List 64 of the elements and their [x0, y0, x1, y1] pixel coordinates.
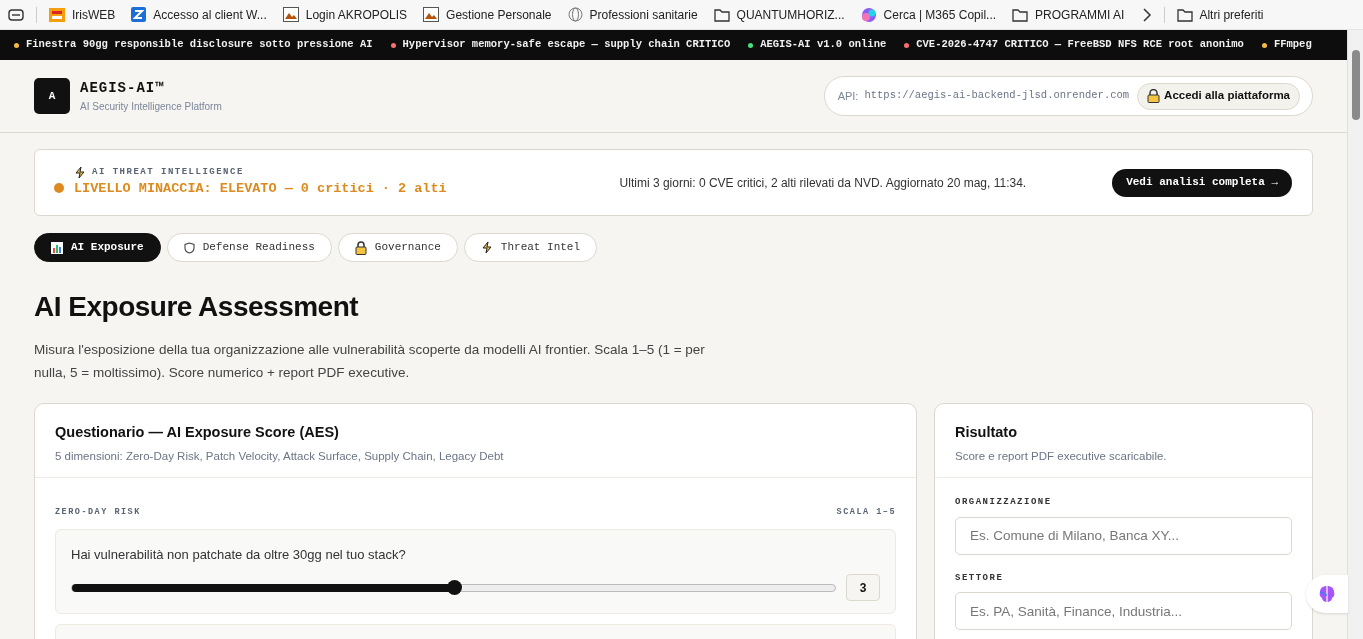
- bookmark[interactable]: IrisWEB: [49, 5, 116, 24]
- ticker-item[interactable]: FFmpeg: [1273, 37, 1312, 53]
- bar-chart-icon: [51, 241, 63, 254]
- page-title: AI Exposure Assessment: [34, 290, 360, 324]
- ticker-item[interactable]: Finestra 90gg responsible disclosure sotto pressione AI: [26, 37, 373, 53]
- folder-icon: [1177, 7, 1194, 22]
- full-analysis-button[interactable]: Vedi analisi completa →: [1112, 168, 1292, 197]
- api-label: API:: [837, 88, 859, 104]
- scrollbar[interactable]: [1347, 30, 1363, 639]
- copilot-icon: [860, 6, 877, 23]
- picture-icon: [282, 7, 299, 22]
- bookmark[interactable]: PROGRAMMI AI: [1012, 5, 1125, 24]
- chevron-right-icon[interactable]: [1142, 7, 1153, 22]
- tab[interactable]: Defense Readiness: [166, 233, 332, 262]
- assistant-button[interactable]: [1306, 575, 1348, 613]
- api-url: https://aegis-ai-backend-jlsd.onrender.com: [864, 88, 1130, 104]
- brand-tagline: AI Security Intelligence Platform: [80, 100, 222, 114]
- bookmark[interactable]: Accesso al client W...: [131, 5, 267, 24]
- input-field[interactable]: Es. Comune di Milano, Banca XY...: [955, 516, 1292, 555]
- slider-value: 3: [846, 574, 880, 602]
- globe-icon: [567, 7, 583, 22]
- card-subtitle: 5 dimensioni: Zero-Day Risk, Patch Velocity, Attack Surface, Supply Chain, Legacy Debt: [55, 448, 505, 464]
- section-label: ZERO-DAY RISK: [55, 506, 141, 519]
- card-title: Risultato: [955, 423, 1019, 442]
- ticker-item[interactable]: Hypervisor memory-safe escape — supply chain CRITICO: [402, 37, 731, 53]
- login-button[interactable]: Accedi alla piattaforma: [1137, 82, 1300, 110]
- ticker-item[interactable]: AEGIS-AI v1.0 online: [760, 37, 887, 53]
- tab[interactable]: Threat Intel: [463, 233, 598, 262]
- shield-icon: [183, 241, 195, 254]
- scale-label: SCALA 1–5: [836, 506, 896, 519]
- field-label: SETTORE: [955, 571, 1005, 585]
- lock-icon: [354, 240, 367, 255]
- slider-thumb[interactable]: [446, 579, 462, 595]
- card-title: Questionario — AI Exposure Score (AES): [55, 423, 340, 442]
- brain-icon: [1317, 584, 1337, 604]
- tab-actions-icon[interactable]: [8, 8, 24, 21]
- folder-icon: [1012, 7, 1029, 22]
- banner-kicker: AI THREAT INTELLIGENCE: [92, 165, 244, 179]
- threat-level: LIVELLO MINACCIA: ELEVATO — 0 critici · 2 alti: [74, 180, 447, 199]
- field-label: ORGANIZZAZIONE: [955, 496, 1053, 509]
- card-subtitle: Score e report PDF executive scaricabile.: [955, 448, 1168, 464]
- folder-icon: [713, 7, 730, 22]
- lightning-icon: [74, 165, 86, 179]
- brand-name: AEGIS-AI™: [80, 79, 166, 98]
- bookmark[interactable]: Gestione Personale: [423, 5, 552, 24]
- bookmark[interactable]: Professioni sanitarie: [567, 5, 698, 24]
- lightning-icon: [480, 241, 493, 254]
- bookmark[interactable]: QUANTUMHORIZ...: [713, 5, 845, 24]
- bookmark[interactable]: Login AKROPOLIS: [282, 5, 408, 24]
- ticker-item[interactable]: CVE-2026-4747 CRITICO — FreeBSD NFS RCE root anonimo: [916, 37, 1244, 53]
- input-field[interactable]: Es. PA, Sanità, Finance, Industria...: [955, 592, 1292, 630]
- tab[interactable]: AI Exposure: [34, 233, 161, 262]
- tab[interactable]: Governance: [337, 233, 458, 262]
- page-description: Misura l'esposizione della tua organizzazione alle vulnerabilità scoperte da modelli AI frontier. Scala 1–5 (1 = per nulla, 5 = moltissimo). Score numerico + report PDF executive.: [34, 341, 706, 382]
- question-text: Hai vulnerabilità non patchate da oltre 30gg nel tuo stack?: [71, 545, 407, 564]
- z-logo-icon: [131, 7, 147, 22]
- slider-track[interactable]: [71, 583, 836, 592]
- banner-summary: Ultimi 3 giorni: 0 CVE critici, 2 alti rilevati da NVD. Aggiornato 20 mag, 11:34.: [619, 174, 1027, 192]
- iris-logo-icon: [49, 7, 65, 22]
- lock-icon: [1147, 89, 1161, 103]
- picture-icon: [423, 7, 440, 22]
- bookmark[interactable]: Cerca | M365 Copil...: [860, 5, 997, 24]
- brand-logo: A: [34, 78, 70, 114]
- bookmark-folder[interactable]: Altri preferiti: [1177, 5, 1264, 24]
